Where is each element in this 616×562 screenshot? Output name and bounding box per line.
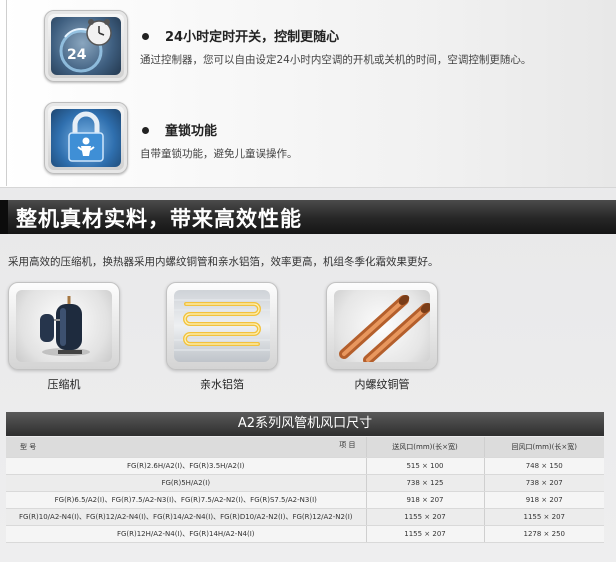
cell-return: 738 × 207 xyxy=(484,474,604,492)
feature-timer: 24 24小时定时开关，控制更随心 通过控制器，您可以自由设定24小时内空调的开… xyxy=(44,10,604,90)
feature-panel: 24 24小时定时开关，控制更随心 通过控制器，您可以自由设定24小时内空调的开… xyxy=(0,0,616,188)
timer-badge: 24 xyxy=(67,47,87,63)
child-lock-icon xyxy=(44,102,128,174)
timer-24h-icon: 24 xyxy=(44,10,128,82)
table-row: FG(R)2.6H/A2(I)、FG(R)3.5H/A2(I) 515 × 10… xyxy=(6,457,604,475)
banner-title: 整机真材实料，带来高效性能 xyxy=(16,207,302,231)
spec-table: 型 号 项 目 送风口(mm)(长×宽) 回风口(mm)(长×宽) FG(R)2… xyxy=(6,437,604,543)
header-model-item: 型 号 项 目 xyxy=(6,437,367,458)
compressor-icon xyxy=(8,282,120,370)
copper-tube-icon xyxy=(326,282,438,370)
feature-child-lock: 童锁功能 自带童锁功能，避免儿童误操作。 xyxy=(44,102,604,182)
cell-supply: 918 × 207 xyxy=(366,491,485,509)
header-return: 回风口(mm)(长×宽) xyxy=(484,437,604,458)
table-header-row: 型 号 项 目 送风口(mm)(长×宽) 回风口(mm)(长×宽) xyxy=(6,437,604,458)
table-row: FG(R)10/A2-N4(I)、FG(R)12/A2-N4(I)、FG(R)1… xyxy=(6,508,604,526)
feature-desc: 通过控制器，您可以自由设定24小时内空调的开机或关机的时间，空调控制更随心。 xyxy=(140,54,532,66)
cell-supply: 515 × 100 xyxy=(366,457,485,475)
component-label: 内螺纹铜管 xyxy=(354,378,410,391)
feature-title: 24小时定时开关，控制更随心 xyxy=(142,26,339,45)
table-row: FG(R)5H/A2(I) 738 × 125 738 × 207 xyxy=(6,474,604,492)
feature-title: 童锁功能 xyxy=(142,120,217,139)
section-banner: 整机真材实料，带来高效性能 xyxy=(0,200,616,234)
header-supply: 送风口(mm)(长×宽) xyxy=(366,437,485,458)
cell-return: 1155 × 207 xyxy=(484,508,604,526)
cell-supply: 1155 × 207 xyxy=(366,525,485,543)
cell-return: 1278 × 250 xyxy=(484,525,604,543)
cell-model: FG(R)2.6H/A2(I)、FG(R)3.5H/A2(I) xyxy=(6,457,367,475)
table-row: FG(R)12H/A2-N4(I)、FG(R)14H/A2-N4(I) 1155… xyxy=(6,525,604,543)
cell-model: FG(R)12H/A2-N4(I)、FG(R)14H/A2-N4(I) xyxy=(6,525,367,543)
cell-return: 748 × 150 xyxy=(484,457,604,475)
cell-supply: 1155 × 207 xyxy=(366,508,485,526)
header-item-label: 项 目 xyxy=(339,441,356,449)
feature-desc: 自带童锁功能，避免儿童误操作。 xyxy=(140,148,298,160)
cell-model: FG(R)6.5/A2(I)、FG(R)7.5/A2-N3(I)、FG(R)7.… xyxy=(6,491,367,509)
cell-supply: 738 × 125 xyxy=(366,474,485,492)
banner-desc: 采用高效的压缩机，换热器采用内螺纹铜管和亲水铝箔，效率更高，机组冬季化霜效果更好… xyxy=(8,256,439,268)
hydrophilic-foil-icon xyxy=(166,282,278,370)
cell-model: FG(R)5H/A2(I) xyxy=(6,474,367,492)
component-label: 压缩机 xyxy=(47,378,81,391)
cell-model: FG(R)10/A2-N4(I)、FG(R)12/A2-N4(I)、FG(R)1… xyxy=(6,508,367,526)
component-label: 亲水铝箔 xyxy=(200,378,244,391)
table-row: FG(R)6.5/A2(I)、FG(R)7.5/A2-N3(I)、FG(R)7.… xyxy=(6,491,604,509)
header-model-label: 型 号 xyxy=(20,443,37,451)
cell-return: 918 × 207 xyxy=(484,491,604,509)
table-title: A2系列风管机风口尺寸 xyxy=(6,412,604,436)
